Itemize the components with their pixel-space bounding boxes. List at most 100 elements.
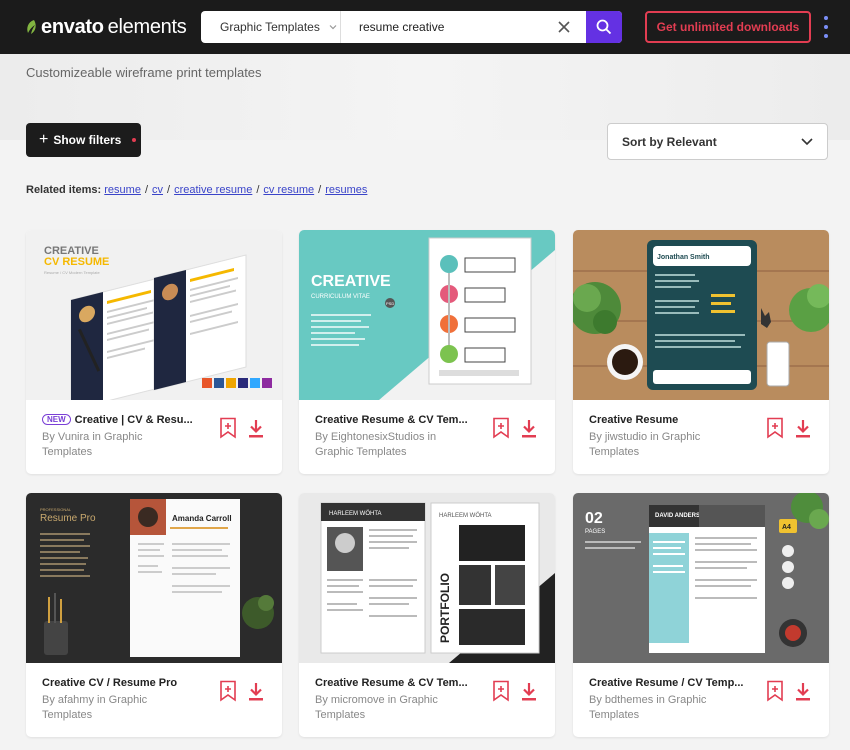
clear-search-button[interactable] xyxy=(551,11,577,43)
sort-select-label: Sort by Relevant xyxy=(622,134,717,149)
separator: / xyxy=(167,184,171,196)
get-unlimited-downloads-button[interactable]: Get unlimited downloads xyxy=(645,11,811,43)
item-title[interactable]: Creative CV / Resume Pro xyxy=(42,677,202,689)
thumb-heading: CV RESUME xyxy=(44,256,109,268)
sort-select[interactable]: Sort by Relevant xyxy=(607,123,828,160)
top-bar: envatoelements Graphic Templates Get unl… xyxy=(0,0,850,54)
related-link-resume[interactable]: resume xyxy=(104,184,141,196)
separator: / xyxy=(144,184,149,196)
item-author-line: By micromove in Graphic xyxy=(315,694,438,706)
item-title[interactable]: Creative Resume / CV Temp... xyxy=(589,677,749,689)
search-bar: Graphic Templates xyxy=(201,11,622,43)
plus-icon: + xyxy=(39,131,49,148)
item-author-line: Templates xyxy=(315,709,366,721)
item-author[interactable]: By afahmy in Graphic Templates xyxy=(42,693,202,723)
item-thumbnail[interactable]: PROFESSIONAL Resume Pro Amanda Carroll xyxy=(26,493,282,663)
item-title[interactable]: Creative Resume & CV Tem... xyxy=(315,414,475,426)
related-link-creative-resume[interactable]: creative resume xyxy=(174,184,252,196)
dot-icon xyxy=(824,16,828,20)
thumb-subtitle: Resume / CV Modern Template xyxy=(44,270,101,275)
related-items-label: Related items: xyxy=(26,184,102,196)
dot-icon xyxy=(824,34,828,38)
bookmark-icon[interactable] xyxy=(766,680,784,702)
psd-tag: PSD xyxy=(386,301,394,306)
bookmark-icon[interactable] xyxy=(492,417,510,439)
thumb-heading: 02 xyxy=(585,510,603,527)
item-thumbnail[interactable]: CREATIVE CV RESUME Resume / CV Modern Te… xyxy=(26,230,282,400)
item-title-text: Creative | CV & Resu... xyxy=(74,414,193,426)
download-icon[interactable] xyxy=(794,682,812,702)
download-icon[interactable] xyxy=(247,419,265,439)
download-icon[interactable] xyxy=(247,682,265,702)
separator: / xyxy=(256,184,260,196)
a4-tag: A4 xyxy=(782,524,791,531)
thumb-subtitle: CURRICULUM VITAE xyxy=(311,294,370,300)
download-icon[interactable] xyxy=(520,419,538,439)
item-card: CREATIVE CURRICULUM VITAE PSD Creative R… xyxy=(299,230,555,474)
item-thumbnail[interactable]: Jonathan Smith xyxy=(573,230,829,400)
category-select-label: Graphic Templates xyxy=(220,20,320,34)
thumb-heading: Jonathan Smith xyxy=(657,254,710,261)
show-filters-label: Show filters xyxy=(53,133,122,147)
item-card: HARLEEM WÖHTA HARLEEM WÖHTA PORTFOLIO Cr… xyxy=(299,493,555,737)
item-author[interactable]: By EightonesixStudios in Graphic Template… xyxy=(315,430,475,460)
page-subtitle: Customizeable wireframe print templates xyxy=(26,65,262,80)
download-icon[interactable] xyxy=(794,419,812,439)
search-icon xyxy=(596,19,612,35)
search-button[interactable] xyxy=(586,11,622,43)
item-thumbnail[interactable]: HARLEEM WÖHTA HARLEEM WÖHTA PORTFOLIO xyxy=(299,493,555,663)
thumb-heading: CREATIVE xyxy=(311,273,391,290)
item-card: Jonathan Smith Creative Resume By jiwstu… xyxy=(573,230,829,474)
item-author-line: Templates xyxy=(42,709,93,721)
download-icon[interactable] xyxy=(520,682,538,702)
item-title[interactable]: Creative Resume & CV Tem... xyxy=(315,677,475,689)
thumb-subtitle: PAGES xyxy=(585,529,605,535)
related-items: Related items: resume / cv / creative resume… xyxy=(26,184,367,196)
leaf-icon xyxy=(27,20,36,34)
search-input[interactable] xyxy=(349,11,549,43)
thumb-heading: PORTFOLIO xyxy=(438,573,452,643)
item-title-text: Creative Resume xyxy=(589,414,679,426)
item-title-text: Creative Resume & CV Tem... xyxy=(315,677,468,689)
related-link-cv-resume[interactable]: cv resume xyxy=(263,184,314,196)
item-author-line: Graphic Templates xyxy=(315,446,407,458)
item-author-line: By bdthemes in Graphic xyxy=(589,694,707,706)
thumb-subtitle: PROFESSIONAL xyxy=(40,507,72,512)
item-author-line: By afahmy in Graphic xyxy=(42,694,148,706)
show-filters-button[interactable]: + Show filters xyxy=(26,123,141,157)
item-title-text: Creative Resume / CV Temp... xyxy=(589,677,744,689)
envato-logo[interactable]: envato elements xyxy=(25,13,187,41)
item-author[interactable]: By bdthemes in Graphic Templates xyxy=(589,693,749,723)
related-link-resumes[interactable]: resumes xyxy=(325,184,367,196)
item-author[interactable]: By Vunira in Graphic Templates xyxy=(42,430,202,460)
item-title-text: Creative Resume & CV Tem... xyxy=(315,414,468,426)
item-card: PROFESSIONAL Resume Pro Amanda Carroll C… xyxy=(26,493,282,737)
item-title[interactable]: Creative Resume xyxy=(589,414,749,426)
dot-icon xyxy=(824,25,828,29)
logo-text-envato: envato xyxy=(41,15,104,38)
chevron-down-icon xyxy=(329,25,337,30)
separator: / xyxy=(318,184,322,196)
related-link-cv[interactable]: cv xyxy=(152,184,163,196)
category-select[interactable]: Graphic Templates xyxy=(201,11,341,43)
new-badge: NEW xyxy=(42,414,71,425)
bookmark-icon[interactable] xyxy=(766,417,784,439)
thumb-heading: HARLEEM WÖHTA xyxy=(329,510,382,517)
item-author[interactable]: By micromove in Graphic Templates xyxy=(315,693,475,723)
item-author-line: Templates xyxy=(42,446,93,458)
more-menu-button[interactable] xyxy=(818,14,834,40)
bookmark-icon[interactable] xyxy=(219,417,237,439)
item-author[interactable]: By jiwstudio in Graphic Templates xyxy=(589,430,749,460)
item-author-line: By Vunira in Graphic xyxy=(42,431,143,443)
item-author-line: By EightonesixStudios in xyxy=(315,431,437,443)
thumb-heading: Amanda Carroll xyxy=(172,514,232,523)
item-author-line: Templates xyxy=(589,709,640,721)
item-title[interactable]: NEW Creative | CV & Resu... xyxy=(42,414,202,426)
item-thumbnail[interactable]: CREATIVE CURRICULUM VITAE PSD xyxy=(299,230,555,400)
logo-text-elements: elements xyxy=(107,15,187,38)
item-author-line: By jiwstudio in Graphic xyxy=(589,431,701,443)
filter-indicator-dot xyxy=(132,138,137,142)
bookmark-icon[interactable] xyxy=(492,680,510,702)
item-thumbnail[interactable]: 02 PAGES DAVID ANDERSON A4 xyxy=(573,493,829,663)
bookmark-icon[interactable] xyxy=(219,680,237,702)
